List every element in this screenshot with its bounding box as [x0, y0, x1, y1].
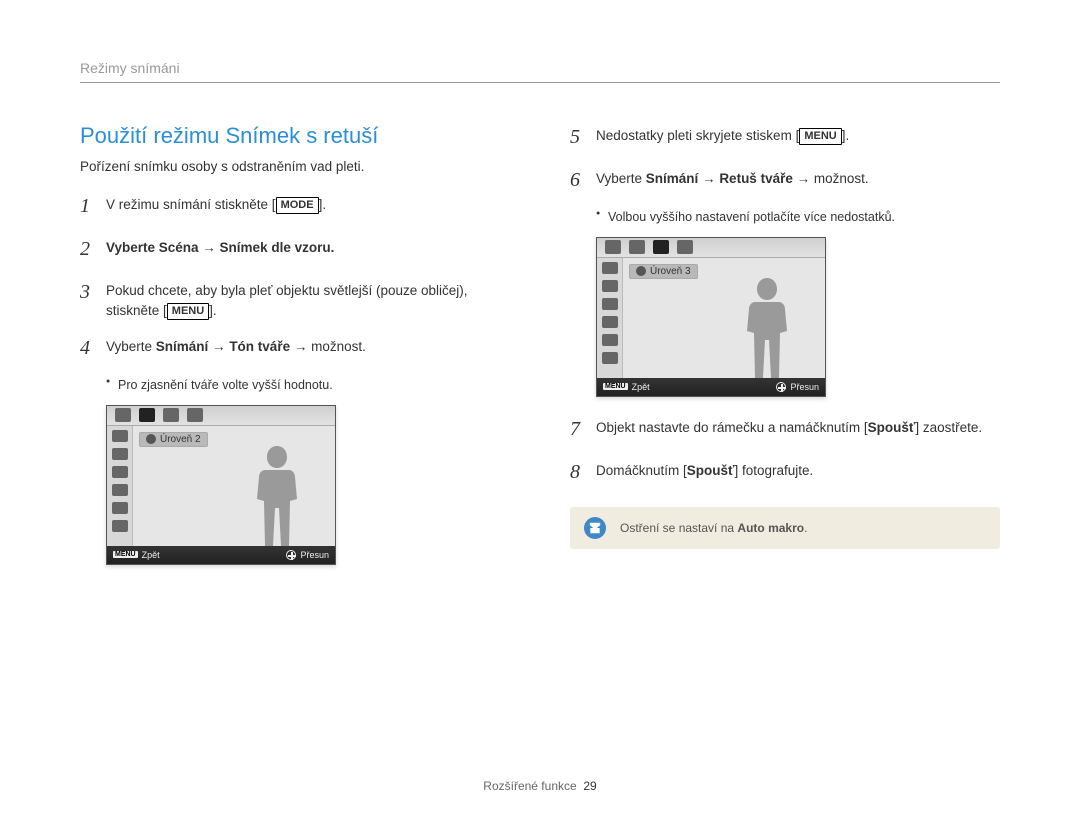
person-silhouette [737, 278, 797, 378]
level-dot-icon [146, 434, 156, 444]
nav-icon [776, 382, 786, 392]
bullet-item: Pro zjasnění tváře volte vyšší hodnotu. [106, 377, 510, 395]
menu-key-icon: MENU [113, 551, 138, 558]
step6-bullets: Volbou vyššího nastavení potlačíte více … [596, 209, 1000, 227]
left-column: Použití režimu Snímek s retuší Pořízení … [80, 123, 510, 565]
level-label: Úroveň 3 [650, 266, 691, 277]
steps-right-2: 7 Objekt nastavte do rámečku a namáčknut… [570, 415, 1000, 487]
note-box: Ostření se nastaví na Auto makro. [570, 507, 1000, 549]
side-icon [112, 466, 128, 478]
right-column: 5 Nedostatky pleti skryjete stiskem [MEN… [570, 123, 1000, 565]
steps-left: 1 V režimu snímání stiskněte [MODE]. 2 V… [80, 192, 510, 363]
side-icon [112, 502, 128, 514]
step-text: Nedostatky pleti skryjete stiskem [MENU]… [596, 123, 1000, 146]
mode-key: MODE [276, 197, 319, 214]
top-icon [139, 408, 155, 422]
bullet-item: Volbou vyššího nastavení potlačíte více … [596, 209, 1000, 227]
menu-key-icon: MENU [603, 383, 628, 390]
side-icon [602, 280, 618, 292]
lcd-side-icons [597, 258, 623, 378]
side-icon [112, 484, 128, 496]
step4-bullets: Pro zjasnění tváře volte vyšší hodnotu. [106, 377, 510, 395]
side-icon [112, 448, 128, 460]
side-icon [602, 298, 618, 310]
top-icon [163, 408, 179, 422]
camera-lcd-left: Úroveň 2 MENU Zpět Přesun [106, 405, 336, 565]
step-number: 7 [570, 415, 596, 444]
top-icon [677, 240, 693, 254]
step-number: 2 [80, 235, 106, 264]
step-text: V režimu snímání stiskněte [MODE]. [106, 192, 510, 215]
step-number: 4 [80, 334, 106, 363]
footer-label: Rozšířené funkce [483, 779, 576, 793]
step-text: Domáčknutím [Spoušť] fotografujte. [596, 458, 1000, 481]
back-label: Zpět [632, 382, 650, 392]
lcd-bottom-bar: MENU Zpět Přesun [107, 546, 335, 564]
top-icon [629, 240, 645, 254]
page-footer: Rozšířené funkce 29 [0, 779, 1080, 793]
step-number: 1 [80, 192, 106, 221]
step-text: Vyberte Scéna → Snímek dle vzoru. [106, 235, 510, 258]
step-number: 8 [570, 458, 596, 487]
top-icon [115, 408, 131, 422]
menu-key: MENU [799, 128, 841, 145]
intro-text: Pořízení snímku osoby s odstraněním vad … [80, 159, 510, 174]
side-icon [602, 334, 618, 346]
top-icon [187, 408, 203, 422]
top-icon [653, 240, 669, 254]
move-label: Přesun [300, 550, 329, 560]
note-icon [584, 517, 606, 539]
lcd-side-icons [107, 426, 133, 546]
move-label: Přesun [790, 382, 819, 392]
camera-lcd-right: Úroveň 3 MENU Zpět Přesun [596, 237, 826, 397]
lcd-top-bar [107, 406, 335, 426]
person-silhouette [247, 446, 307, 546]
section-title: Použití režimu Snímek s retuší [80, 123, 510, 149]
step-number: 3 [80, 278, 106, 307]
lcd-bottom-bar: MENU Zpět Přesun [597, 378, 825, 396]
step-number: 6 [570, 166, 596, 195]
steps-right: 5 Nedostatky pleti skryjete stiskem [MEN… [570, 123, 1000, 195]
lcd-top-bar [597, 238, 825, 258]
step-text: Objekt nastavte do rámečku a namáčknutím… [596, 415, 1000, 438]
side-icon [602, 262, 618, 274]
level-tab: Úroveň 3 [629, 264, 698, 279]
step-text: Vyberte Snímání → Tón tváře → možnost. [106, 334, 510, 357]
side-icon [602, 316, 618, 328]
menu-key: MENU [167, 303, 209, 320]
level-tab: Úroveň 2 [139, 432, 208, 447]
step-text: Vyberte Snímání → Retuš tváře → možnost. [596, 166, 1000, 189]
side-icon [112, 430, 128, 442]
note-text: Ostření se nastaví na Auto makro. [620, 521, 807, 535]
side-icon [112, 520, 128, 532]
level-label: Úroveň 2 [160, 434, 201, 445]
level-dot-icon [636, 266, 646, 276]
step-text: Pokud chcete, aby byla pleť objektu svět… [106, 278, 510, 320]
back-label: Zpět [142, 550, 160, 560]
top-icon [605, 240, 621, 254]
nav-icon [286, 550, 296, 560]
page-number: 29 [583, 779, 596, 793]
page-header: Režimy snímáni [80, 60, 1000, 83]
step-number: 5 [570, 123, 596, 152]
side-icon [602, 352, 618, 364]
